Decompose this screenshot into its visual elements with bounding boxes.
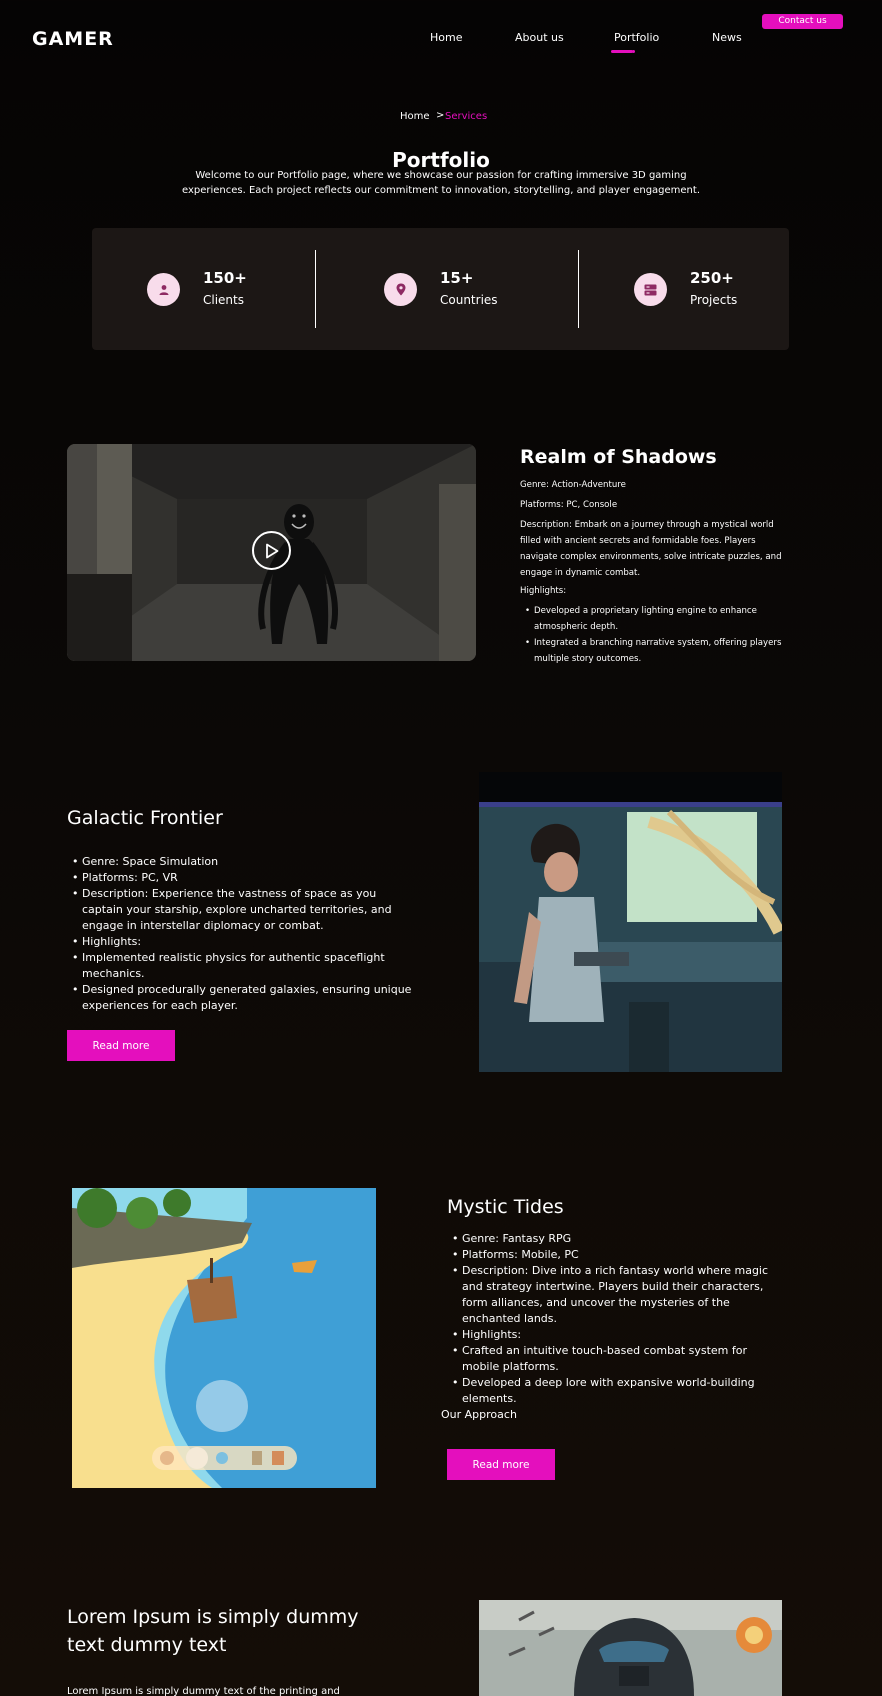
list-item: Implemented realistic physics for authen… — [67, 950, 412, 982]
stat-countries-value: 15+ — [440, 269, 474, 287]
mystic-image — [72, 1188, 376, 1488]
realm-platforms: Platforms: PC, Console — [520, 500, 618, 510]
realm-genre: Genre: Action-Adventure — [520, 480, 626, 490]
server-icon — [634, 273, 667, 306]
mystic-details-list: Genre: Fantasy RPG Platforms: Mobile, PC… — [447, 1231, 777, 1407]
list-item: Developed a deep lore with expansive wor… — [447, 1375, 777, 1407]
lorem-title: Lorem Ipsum is simply dummy text dummy t… — [67, 1606, 359, 1656]
list-item: Designed procedurally generated galaxies… — [67, 982, 412, 1014]
list-item: Integrated a branching narrative system,… — [525, 635, 782, 667]
user-icon — [147, 273, 180, 306]
list-item: Highlights: — [67, 934, 412, 950]
breadcrumb-current: Services — [445, 111, 488, 122]
page-intro: Welcome to our Portfolio page, where we … — [182, 170, 700, 196]
breadcrumb-home[interactable]: Home — [400, 111, 430, 122]
lorem-body: Lorem Ipsum is simply dummy text of the … — [67, 1686, 340, 1696]
stats-divider — [578, 250, 579, 328]
list-item: Description: Experience the vastness of … — [67, 886, 412, 934]
galactic-image — [479, 772, 785, 1072]
list-item: Platforms: Mobile, PC — [447, 1247, 777, 1263]
mystic-read-more-button[interactable]: Read more — [447, 1449, 555, 1480]
contact-button[interactable]: Contact us — [762, 14, 843, 29]
galactic-read-more-button[interactable]: Read more — [67, 1030, 175, 1061]
play-button[interactable] — [252, 531, 291, 570]
realm-highlights-label: Highlights: — [520, 586, 567, 596]
list-item: Genre: Space Simulation — [67, 854, 412, 870]
realm-title: Realm of Shadows — [520, 446, 717, 468]
list-item: Description: Dive into a rich fantasy wo… — [447, 1263, 777, 1327]
stats-card — [92, 228, 789, 350]
galactic-details-list: Genre: Space Simulation Platforms: PC, V… — [67, 854, 412, 1014]
location-pin-icon — [384, 273, 417, 306]
realm-highlights-list: Developed a proprietary lighting engine … — [525, 603, 782, 667]
nav-news[interactable]: News — [712, 31, 742, 44]
play-icon — [265, 543, 278, 558]
stat-projects-value: 250+ — [690, 269, 734, 287]
mystic-title: Mystic Tides — [447, 1196, 564, 1218]
stat-clients-label: Clients — [203, 293, 244, 307]
mystic-approach-label: Our Approach — [441, 1408, 517, 1421]
lorem-image — [479, 1600, 782, 1696]
nav-active-dot — [632, 50, 635, 53]
realm-description: Description: Embark on a journey through… — [520, 520, 782, 578]
stats-divider — [315, 250, 316, 328]
galactic-title: Galactic Frontier — [67, 807, 223, 829]
nav-home[interactable]: Home — [430, 31, 462, 44]
list-item: Crafted an intuitive touch-based combat … — [447, 1343, 777, 1375]
logo[interactable]: GAMER — [32, 28, 114, 50]
nav-about[interactable]: About us — [515, 31, 564, 44]
stat-projects-label: Projects — [690, 293, 738, 307]
list-item: Platforms: PC, VR — [67, 870, 412, 886]
breadcrumb-separator: > — [436, 110, 445, 121]
nav-portfolio[interactable]: Portfolio — [614, 31, 659, 44]
list-item: Developed a proprietary lighting engine … — [525, 603, 782, 635]
nav-active-indicator — [611, 50, 633, 53]
stat-clients-value: 150+ — [203, 269, 247, 287]
stat-countries-label: Countries — [440, 293, 498, 307]
list-item: Genre: Fantasy RPG — [447, 1231, 777, 1247]
list-item: Highlights: — [447, 1327, 777, 1343]
